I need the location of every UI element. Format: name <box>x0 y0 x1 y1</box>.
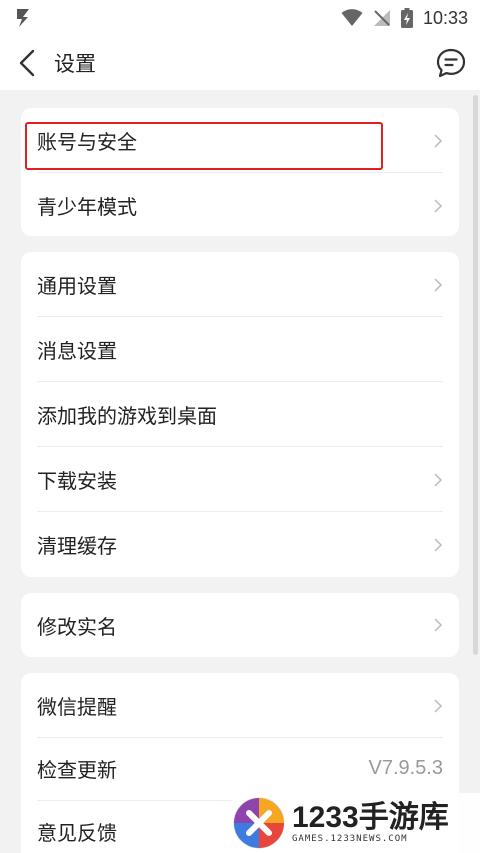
status-time: 10:33 <box>422 7 468 28</box>
watermark: 1233手游库 GAMES.1233NEWS.COM <box>232 793 480 853</box>
setting-label: 修改实名 <box>37 614 117 639</box>
version-value: V7.9.5.3 <box>368 757 443 779</box>
chat-bubble-icon <box>436 48 466 78</box>
scrollbar[interactable] <box>473 95 478 655</box>
chevron-right-icon <box>434 472 443 487</box>
chevron-right-icon <box>434 698 443 713</box>
setting-label: 清理缓存 <box>37 534 117 558</box>
wifi-icon <box>341 9 363 26</box>
setting-label: 检查更新 <box>37 758 117 782</box>
back-button[interactable] <box>0 36 54 90</box>
setting-label: 添加我的游戏到桌面 <box>37 404 217 428</box>
battery-charging-icon <box>400 8 413 28</box>
settings-group-realname: 修改实名 <box>21 593 459 657</box>
setting-row-add-games-desktop[interactable]: 添加我的游戏到桌面 <box>21 382 459 447</box>
setting-row-check-update[interactable]: 检查更新 V7.9.5.3 <box>21 736 459 801</box>
watermark-subtitle: GAMES.1233NEWS.COM <box>292 834 408 844</box>
setting-label: 微信提醒 <box>37 695 117 719</box>
setting-row-messages[interactable]: 消息设置 <box>21 317 459 382</box>
chevron-right-icon <box>434 277 443 292</box>
page-title: 设置 <box>54 52 96 76</box>
no-signal-icon <box>373 10 390 26</box>
chevron-left-icon <box>19 49 35 77</box>
setting-row-download-install[interactable]: 下载安装 <box>21 447 459 512</box>
setting-row-clear-cache[interactable]: 清理缓存 <box>21 512 459 577</box>
chevron-right-icon <box>434 618 443 632</box>
app-notification-icon <box>17 9 29 27</box>
setting-label: 下载安装 <box>37 469 117 493</box>
setting-label: 通用设置 <box>37 274 117 298</box>
chevron-right-icon <box>434 198 443 213</box>
setting-row-general[interactable]: 通用设置 <box>21 252 459 317</box>
app-bar: 设置 <box>0 36 480 90</box>
setting-label: 消息设置 <box>37 339 117 363</box>
settings-group-general: 通用设置 消息设置 添加我的游戏到桌面 下载安装 清理缓存 <box>21 252 459 577</box>
setting-row-edit-realname[interactable]: 修改实名 <box>21 593 459 657</box>
watermark-title: 1233手游库 <box>292 801 449 834</box>
highlight-annotation <box>25 122 383 170</box>
chevron-right-icon <box>434 537 443 552</box>
site-logo-icon <box>233 797 285 849</box>
status-bar: 10:33 <box>0 0 480 36</box>
feedback-button[interactable] <box>432 44 470 82</box>
setting-row-teen-mode[interactable]: 青少年模式 <box>21 173 459 238</box>
setting-row-wechat-reminder[interactable]: 微信提醒 <box>21 673 459 738</box>
setting-label: 青少年模式 <box>37 195 137 219</box>
chevron-right-icon <box>434 133 443 148</box>
